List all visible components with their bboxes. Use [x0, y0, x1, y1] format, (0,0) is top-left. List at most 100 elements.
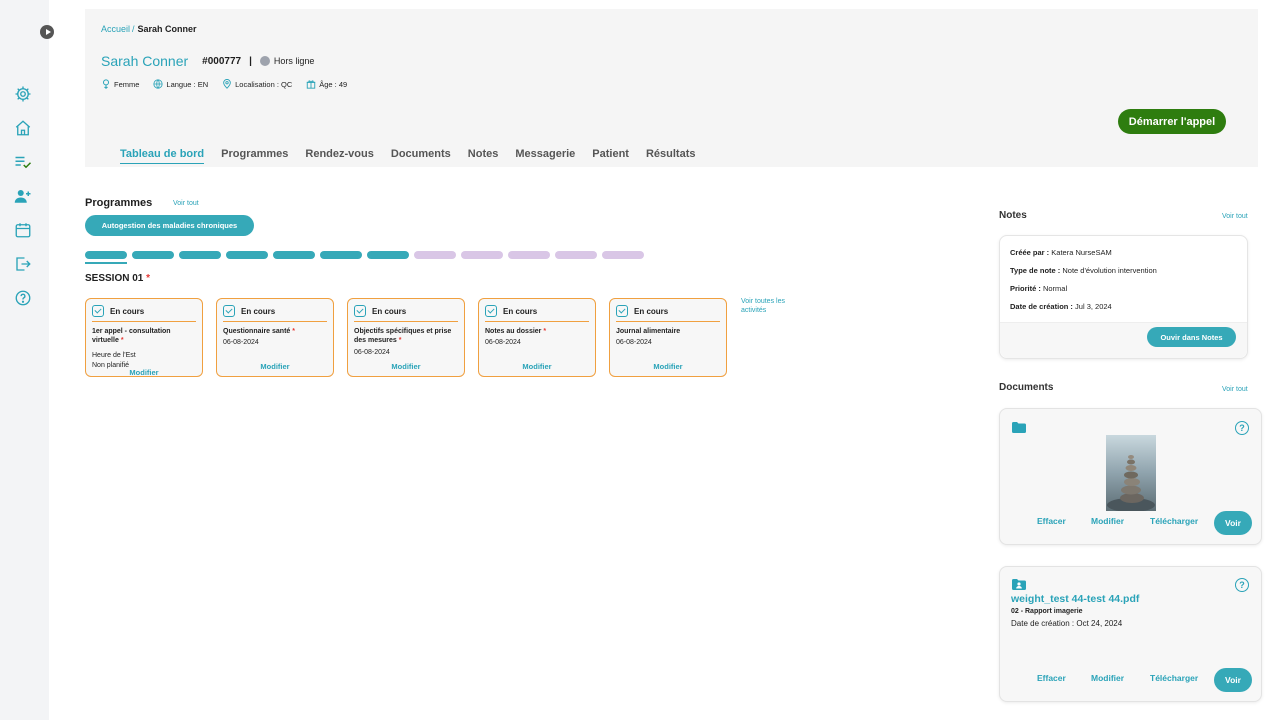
check-badge-icon — [485, 305, 497, 317]
breadcrumb-separator: / — [132, 24, 135, 34]
tab-results[interactable]: Résultats — [646, 148, 696, 164]
home-icon[interactable] — [14, 119, 32, 137]
document-thumbnail[interactable] — [1106, 435, 1156, 511]
patient-meta: Femme Langue : EN Localisation : QC Âge … — [101, 79, 361, 89]
activity-title-text: Objectifs spécifiques et prise des mesur… — [354, 328, 452, 345]
download-link[interactable]: Télécharger — [1150, 673, 1198, 683]
breadcrumb: Accueil / Sarah Conner — [101, 24, 197, 34]
document-file-name[interactable]: weight_test 44-test 44.pdf — [1011, 593, 1139, 605]
modify-link[interactable]: Modifier — [86, 368, 202, 377]
download-link[interactable]: Télécharger — [1150, 516, 1198, 526]
tab-appointments[interactable]: Rendez-vous — [305, 148, 373, 164]
session-label: SESSION 01 — [85, 273, 144, 284]
programmes-see-all-link[interactable]: Voir tout — [173, 200, 199, 207]
activity-date: 06-08-2024 — [616, 339, 652, 347]
help-icon[interactable] — [14, 289, 32, 307]
activity-card[interactable]: En cours Journal alimentaire 06-08-2024 … — [609, 298, 727, 377]
session-segment-completed[interactable] — [85, 251, 127, 259]
activity-card[interactable]: En cours 1er appel - consultation virtue… — [85, 298, 203, 377]
session-segment-completed[interactable] — [273, 251, 315, 259]
session-segment-pending[interactable] — [414, 251, 456, 259]
activity-title: Objectifs spécifiques et prise des mesur… — [354, 327, 458, 346]
language-value: Langue : EN — [166, 79, 209, 89]
identity-divider: | — [249, 55, 252, 67]
add-user-icon[interactable] — [14, 187, 32, 205]
modify-link[interactable]: Modifier — [1091, 673, 1124, 683]
note-author: Katera NurseSAM — [1051, 248, 1112, 257]
session-segment-pending[interactable] — [461, 251, 503, 259]
gift-icon — [307, 80, 316, 89]
note-author-row: Créée par : Katera NurseSAM — [1010, 248, 1237, 257]
check-badge-icon — [616, 305, 628, 317]
modify-link[interactable]: Modifier — [348, 362, 464, 371]
view-button[interactable]: Voir — [1214, 668, 1252, 692]
globe-icon — [153, 79, 164, 89]
note-type-label: Type de note : — [1010, 266, 1061, 275]
note-author-label: Créée par : — [1010, 248, 1050, 257]
start-call-button[interactable]: Démarrer l'appel — [1118, 109, 1226, 134]
required-mark: * — [398, 337, 402, 345]
activity-title: 1er appel - consultation virtuelle * — [92, 327, 196, 346]
note-card-footer: Ouvir dans Notes — [1000, 322, 1247, 358]
session-segment-completed[interactable] — [367, 251, 409, 259]
session-segment-pending[interactable] — [602, 251, 644, 259]
note-type-row: Type de note : Note d'évolution interven… — [1010, 266, 1237, 275]
tab-notes[interactable]: Notes — [468, 148, 499, 164]
session-segment-completed[interactable] — [320, 251, 362, 259]
notes-title: Notes — [999, 210, 1027, 221]
tab-documents[interactable]: Documents — [391, 148, 451, 164]
sidebar — [0, 0, 54, 720]
documents-see-all-link[interactable]: Voir tout — [1222, 386, 1248, 393]
breadcrumb-home-link[interactable]: Accueil — [101, 24, 130, 34]
activity-card[interactable]: En cours Notes au dossier * 06-08-2024 M… — [478, 298, 596, 377]
delete-link[interactable]: Effacer — [1037, 516, 1066, 526]
session-segment-pending[interactable] — [555, 251, 597, 259]
activity-date: 06-08-2024 — [223, 339, 259, 347]
session-segment-completed[interactable] — [132, 251, 174, 259]
modify-link[interactable]: Modifier — [217, 362, 333, 371]
calendar-icon[interactable] — [14, 221, 32, 239]
modify-link[interactable]: Modifier — [1091, 516, 1124, 526]
activity-date: 06-08-2024 — [354, 348, 390, 356]
age-value: Âge : 49 — [319, 79, 348, 89]
session-segment-pending[interactable] — [508, 251, 550, 259]
programme-pill-button[interactable]: Autogestion des maladies chroniques — [85, 215, 254, 236]
gear-icon[interactable] — [14, 85, 32, 103]
help-circle-icon[interactable]: ? — [1235, 421, 1249, 435]
activity-card-header: En cours — [354, 305, 458, 322]
tab-patient[interactable]: Patient — [592, 148, 629, 164]
required-mark: * — [543, 328, 547, 335]
tab-programmes[interactable]: Programmes — [221, 148, 288, 164]
activity-status: En cours — [241, 306, 276, 316]
patient-header: Accueil / Sarah Conner Sarah Conner #00077… — [85, 9, 1258, 167]
tab-dashboard[interactable]: Tableau de bord — [120, 148, 205, 164]
check-badge-icon — [354, 305, 366, 317]
document-card: ? weight_test 44-test 44.pdf 02 - Rappor… — [999, 566, 1262, 702]
tab-messaging[interactable]: Messagerie — [515, 148, 575, 164]
notes-see-all-link[interactable]: Voir tout — [1222, 213, 1248, 220]
patient-id: #000777 — [202, 55, 242, 67]
gender-icon — [103, 79, 109, 89]
open-in-notes-button[interactable]: Ouvir dans Notes — [1147, 327, 1236, 347]
delete-link[interactable]: Effacer — [1037, 673, 1066, 683]
checklist-icon[interactable] — [14, 153, 32, 171]
view-button[interactable]: Voir — [1214, 511, 1252, 535]
folder-user-icon — [1012, 579, 1026, 590]
location-value: Localisation : QC — [235, 79, 293, 89]
activity-title-text: Journal alimentaire — [616, 328, 681, 335]
session-title: SESSION 01 * — [85, 273, 150, 284]
session-segment-completed[interactable] — [226, 251, 268, 259]
logout-icon[interactable] — [14, 255, 32, 273]
all-activities-link[interactable]: Voir toutes les activités — [741, 297, 801, 315]
activity-card[interactable]: En cours Objectifs spécifiques et prise … — [347, 298, 465, 377]
language-item: Langue : EN — [153, 79, 208, 89]
modify-link[interactable]: Modifier — [479, 362, 595, 371]
help-circle-icon[interactable]: ? — [1235, 578, 1249, 592]
status-dot-icon — [259, 56, 270, 66]
modify-link[interactable]: Modifier — [610, 362, 726, 371]
note-date-row: Date de création : Jul 3, 2024 — [1010, 302, 1237, 311]
sidebar-toggle-button[interactable] — [40, 25, 54, 39]
session-segment-completed[interactable] — [179, 251, 221, 259]
note-date: Jul 3, 2024 — [1075, 302, 1112, 311]
activity-card[interactable]: En cours Questionnaire santé * 06-08-202… — [216, 298, 334, 377]
